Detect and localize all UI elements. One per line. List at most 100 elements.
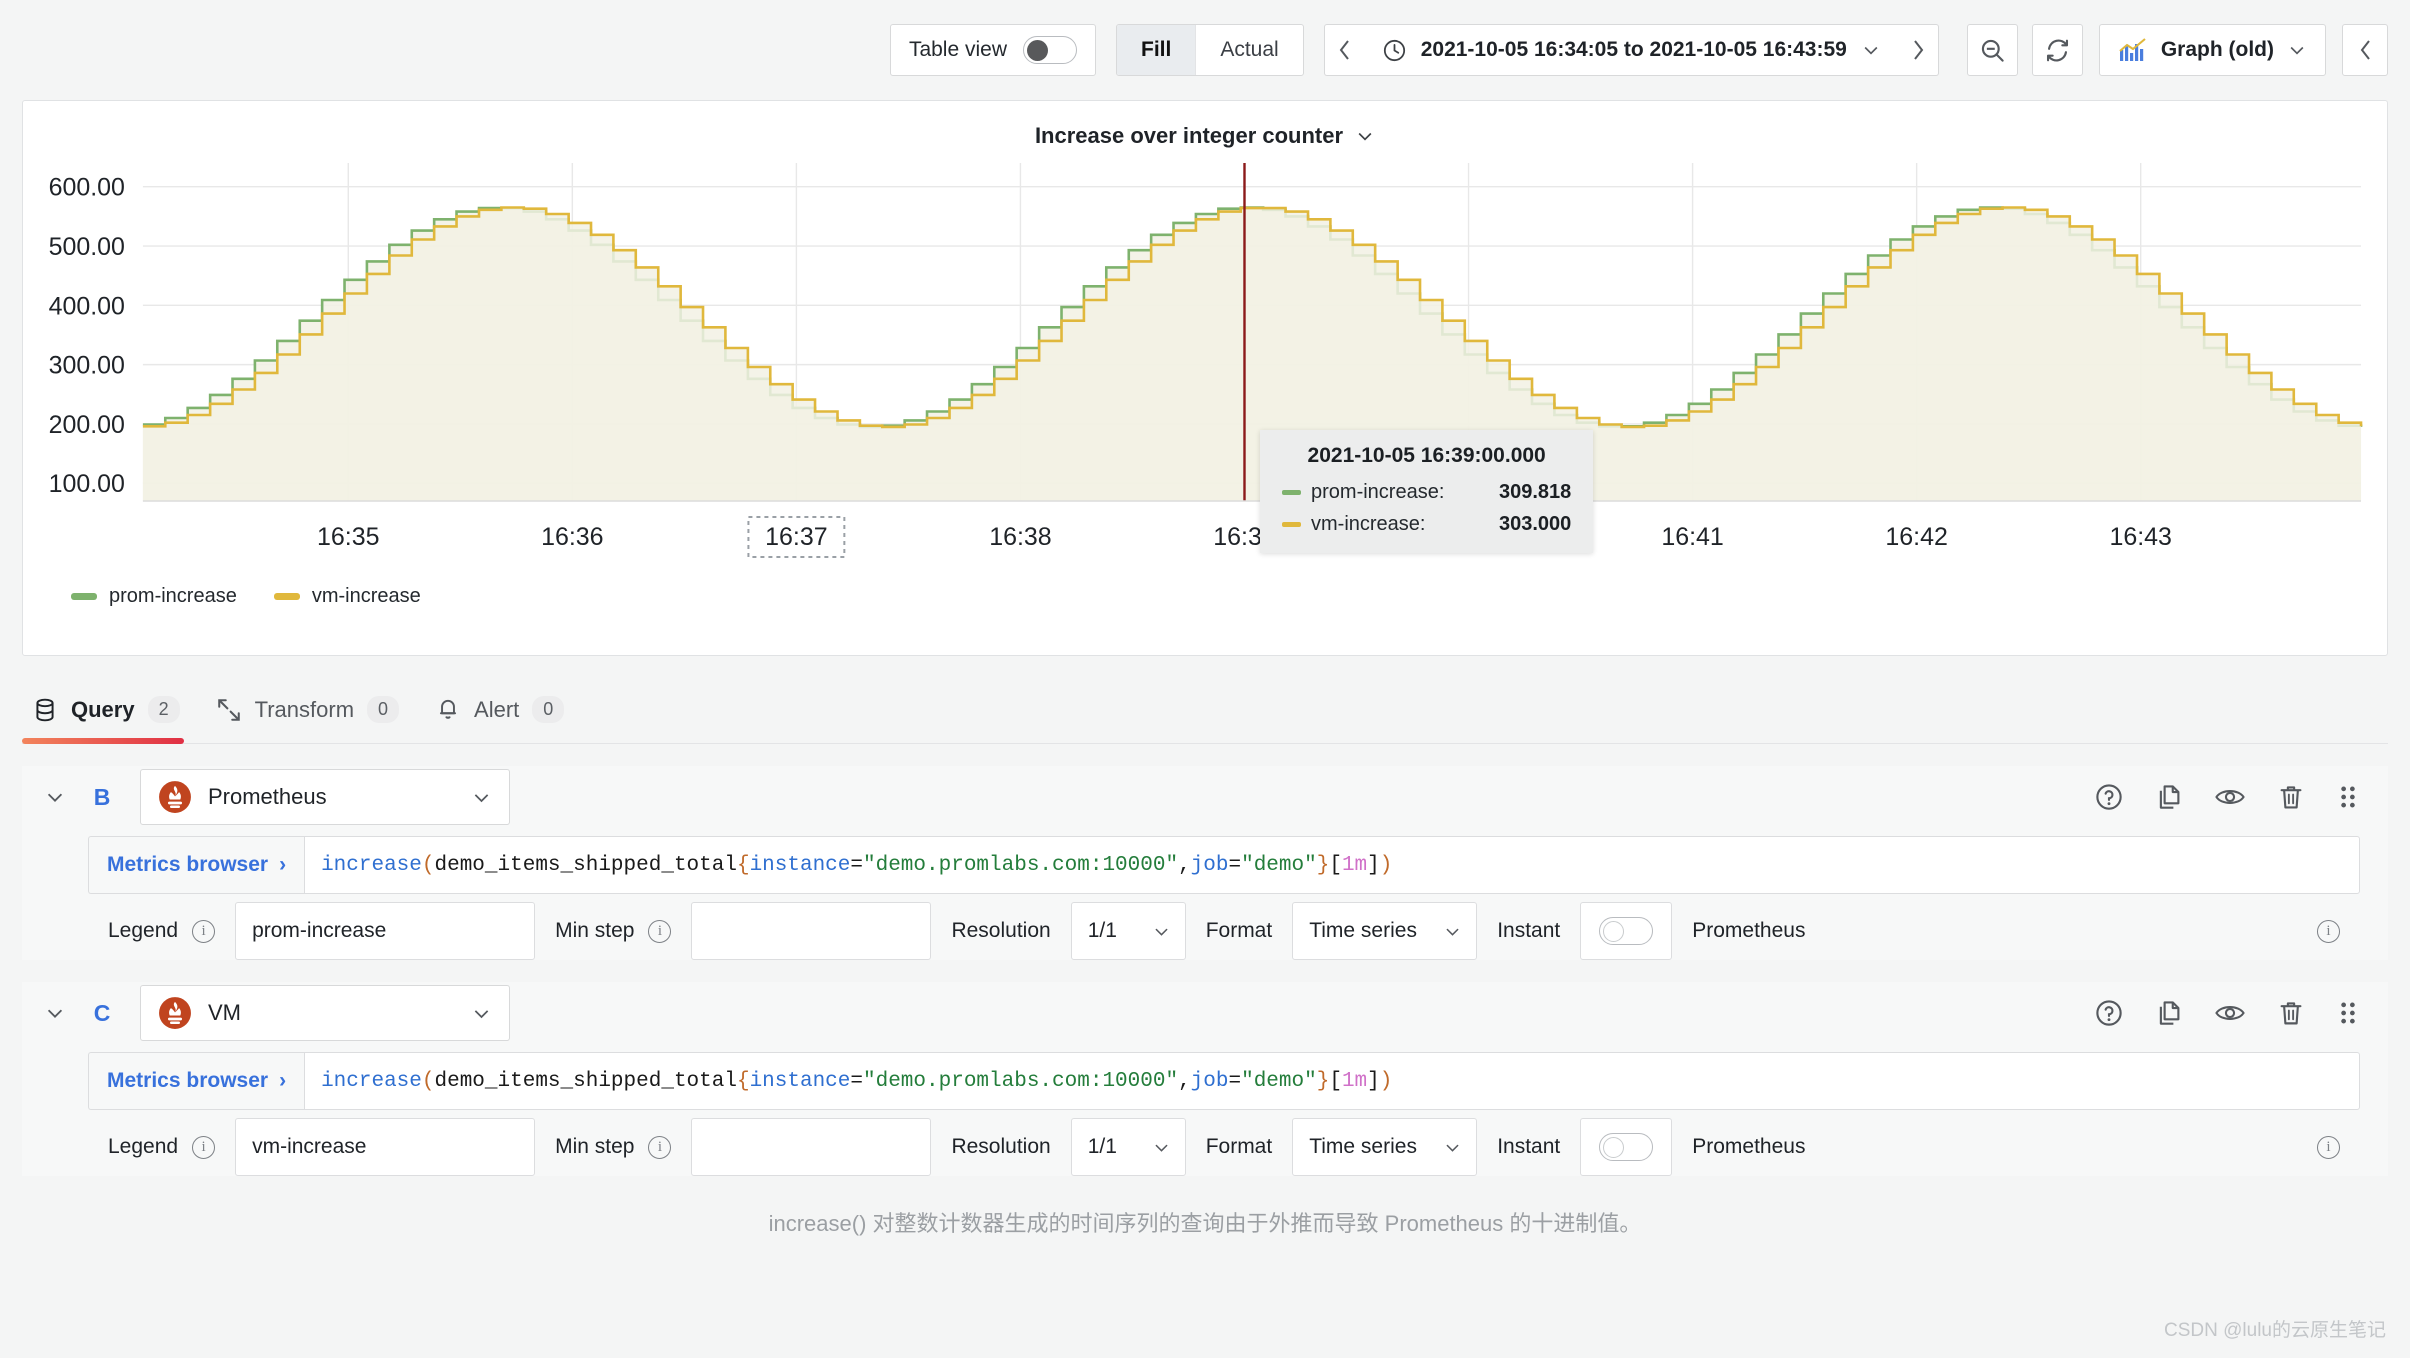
format-select[interactable]: Time series (1292, 1118, 1478, 1176)
expr-open-paren: ( (421, 1069, 435, 1093)
datasource-picker[interactable]: Prometheus (140, 769, 510, 825)
visualization-picker[interactable]: Graph (old) (2098, 24, 2326, 76)
svg-text:100.00: 100.00 (49, 470, 125, 498)
table-view-toggle[interactable]: Table view (889, 24, 1096, 76)
help-icon[interactable] (2094, 998, 2124, 1028)
graph-icon (2119, 38, 2146, 61)
time-next-button[interactable] (1898, 24, 1939, 76)
expr-open-paren: ( (421, 853, 435, 877)
datasource-name: Prometheus (208, 784, 327, 809)
format-option-label: Format (1185, 902, 1293, 960)
expr-label-2: job (1190, 853, 1229, 877)
chevron-down-icon (47, 793, 63, 802)
instant-option-label: Instant (1477, 902, 1581, 960)
expr-duration: 1m (1341, 1069, 1368, 1093)
svg-text:16:43: 16:43 (2109, 523, 2171, 551)
query-letter[interactable]: C (82, 1000, 122, 1027)
chevron-down-icon[interactable] (1355, 126, 1375, 146)
svg-text:16:37: 16:37 (765, 523, 827, 551)
expr-eq-2: = (1228, 1069, 1242, 1093)
svg-text:200.00: 200.00 (49, 411, 125, 439)
trash-icon[interactable] (2276, 782, 2306, 812)
drag-handle-icon[interactable] (2336, 998, 2360, 1028)
tooltip-row: prom-increase: 309.818 (1282, 481, 1571, 504)
expr-close-brace: } (1316, 853, 1330, 877)
tab-badge: 0 (367, 696, 400, 723)
collapse-query-button[interactable] (44, 786, 82, 808)
table-view-label: Table view (908, 38, 1007, 61)
trash-icon[interactable] (2276, 998, 2306, 1028)
instant-switch[interactable] (1599, 1133, 1654, 1161)
query-tail-info: Prometheus i (1672, 1118, 2360, 1176)
expr-comma: , (1178, 1069, 1191, 1093)
fill-option[interactable]: Fill (1117, 25, 1197, 75)
collapse-options-button[interactable] (2342, 24, 2388, 76)
promql-expression-input[interactable]: increase(demo_items_shipped_total{instan… (304, 836, 2360, 894)
datasource-picker[interactable]: VM (140, 985, 510, 1041)
collapse-query-button[interactable] (44, 1002, 82, 1024)
eye-icon[interactable] (2214, 782, 2246, 812)
instant-switch[interactable] (1599, 917, 1654, 945)
eye-icon[interactable] (2214, 998, 2246, 1028)
tab-query[interactable]: Query 2 (22, 696, 206, 744)
time-prev-button[interactable] (1323, 24, 1364, 76)
time-series-chart[interactable]: 100.00 200.00 300.00 400.00 500.00 600.00 16:3… (23, 149, 2387, 569)
instant-toggle[interactable] (1580, 1118, 1673, 1176)
metrics-browser-button[interactable]: Metrics browser › (88, 836, 305, 894)
svg-text:16:35: 16:35 (317, 523, 379, 551)
transform-icon (217, 698, 240, 721)
tab-badge: 2 (147, 696, 180, 723)
panel-header[interactable]: Increase over integer counter (23, 101, 2387, 149)
drag-handle-icon[interactable] (2336, 782, 2360, 812)
info-icon[interactable]: i (192, 919, 216, 943)
help-icon[interactable] (2094, 782, 2124, 812)
resolution-label-text: Resolution (951, 1135, 1051, 1158)
min-step-input[interactable] (691, 902, 932, 960)
expr-close-paren: ) (1379, 1069, 1393, 1093)
resolution-option-label: Resolution (931, 1118, 1071, 1176)
chevron-down-icon (1446, 1144, 1459, 1152)
expr-label-1: instance (749, 1069, 851, 1093)
chevron-down-icon (1864, 46, 1878, 55)
chart-plot-area[interactable]: 100.00 200.00 300.00 400.00 500.00 600.00 16:3… (23, 149, 2387, 569)
instant-toggle[interactable] (1580, 902, 1673, 960)
duplicate-icon[interactable] (2154, 998, 2184, 1028)
tooltip-series-name: vm-increase: (1311, 513, 1426, 535)
info-icon[interactable]: i (648, 1135, 672, 1159)
chart-tooltip: 2021-10-05 16:39:00.000 prom-increase: 3… (1260, 430, 1594, 553)
table-view-switch[interactable] (1023, 36, 1077, 64)
min-step-option-label: Min step i (535, 1118, 692, 1176)
info-icon[interactable]: i (2317, 1135, 2340, 1159)
zoom-out-button[interactable] (1966, 24, 2018, 76)
time-range-picker[interactable]: 2021-10-05 16:34:05 to 2021-10-05 16:43:… (1363, 24, 1899, 76)
min-step-input[interactable] (691, 1118, 932, 1176)
legend-item[interactable]: prom-increase (71, 585, 237, 608)
resolution-select[interactable]: 1/1 (1070, 902, 1186, 960)
promql-expression-input[interactable]: increase(demo_items_shipped_total{instan… (304, 1052, 2360, 1110)
info-icon[interactable]: i (648, 919, 672, 943)
fill-actual-radio-group[interactable]: Fill Actual (1116, 24, 1304, 76)
chevron-down-icon (474, 793, 489, 802)
chevron-left-icon (2360, 40, 2370, 60)
legend-input[interactable]: vm-increase (235, 1118, 536, 1176)
query-expression-row: Metrics browser › increase(demo_items_sh… (88, 1052, 2388, 1110)
info-icon[interactable]: i (2317, 919, 2340, 943)
format-select[interactable]: Time series (1292, 902, 1478, 960)
expr-open-bracket: [ (1329, 1069, 1342, 1093)
expr-close-bracket: ] (1367, 853, 1380, 877)
resolution-select[interactable]: 1/1 (1070, 1118, 1186, 1176)
legend-input[interactable]: prom-increase (235, 902, 536, 960)
tab-alert[interactable]: Alert 0 (425, 696, 590, 743)
actual-option[interactable]: Actual (1196, 25, 1302, 75)
tooltip-series-color (1282, 490, 1301, 495)
tab-transform[interactable]: Transform 0 (206, 696, 425, 743)
expr-label-1: instance (749, 853, 851, 877)
legend-item[interactable]: vm-increase (273, 585, 421, 608)
legend-label: vm-increase (311, 585, 421, 607)
duplicate-icon[interactable] (2154, 782, 2184, 812)
metrics-browser-button[interactable]: Metrics browser › (88, 1052, 305, 1110)
panel-title-text: Increase over integer counter (1034, 123, 1344, 148)
refresh-button[interactable] (2031, 24, 2083, 76)
info-icon[interactable]: i (192, 1135, 216, 1159)
query-letter[interactable]: B (82, 784, 122, 811)
